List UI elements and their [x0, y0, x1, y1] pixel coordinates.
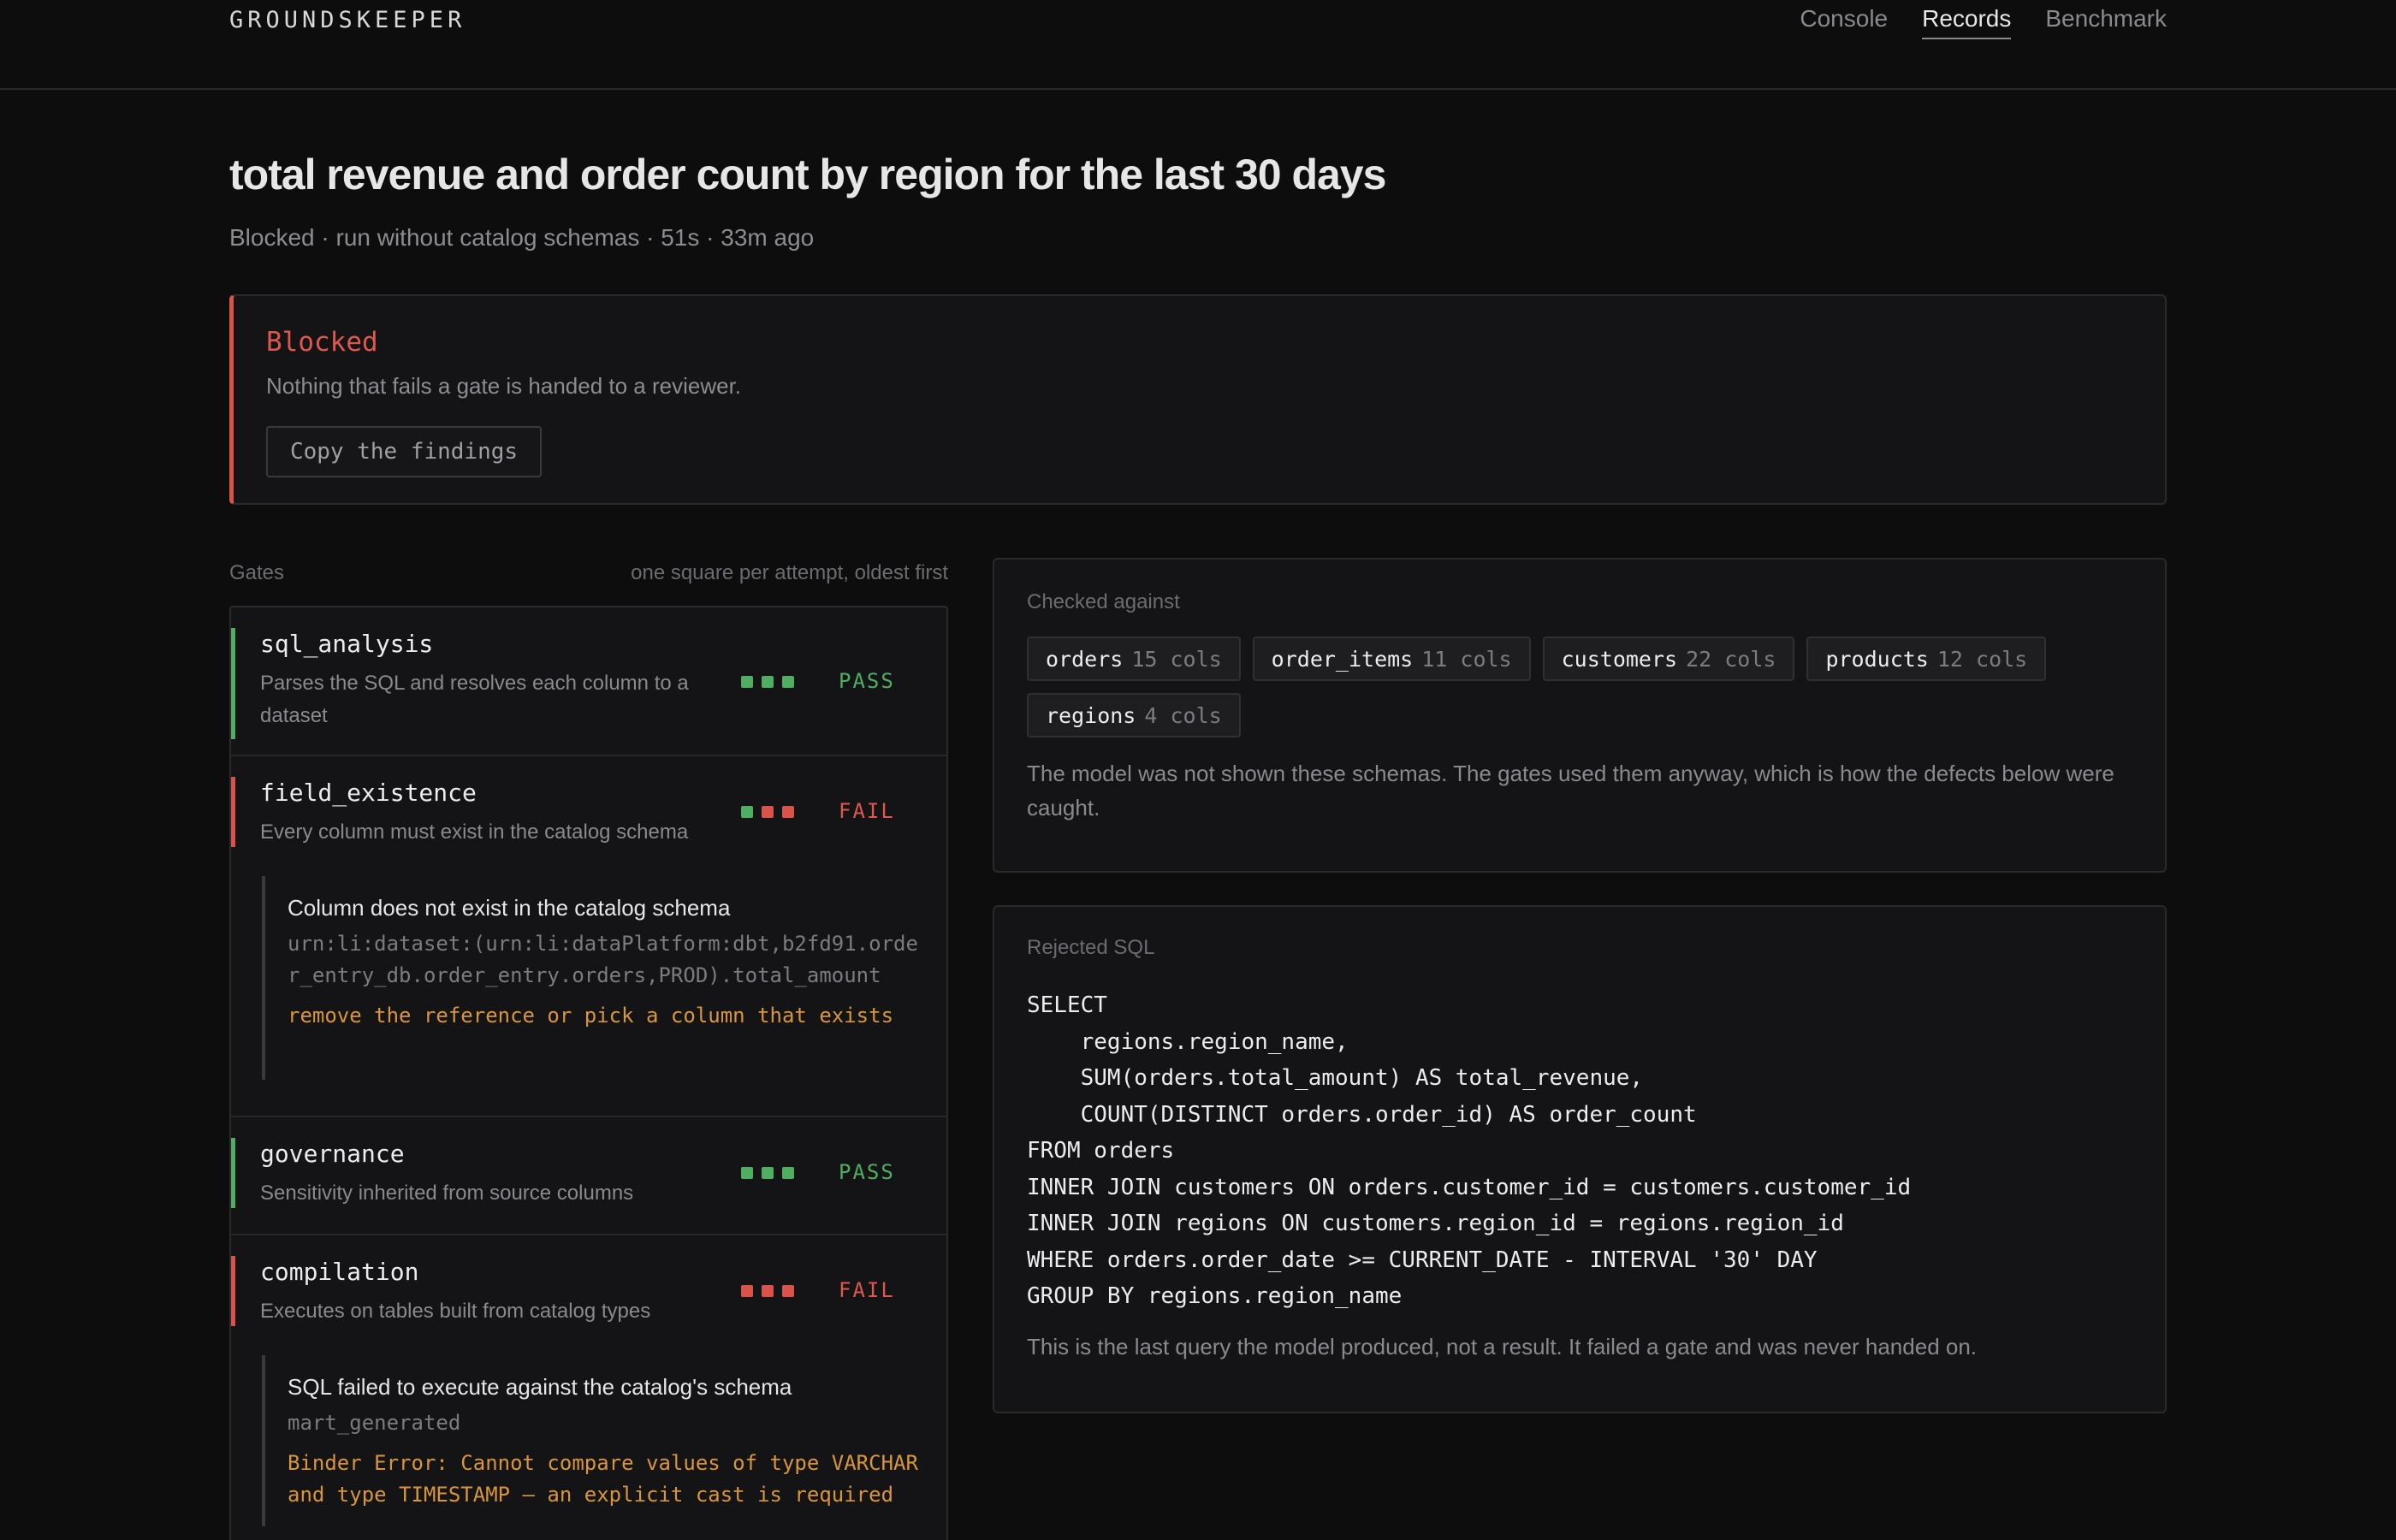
gate-row-governance[interactable]: governance Sensitivity inherited from so… [231, 1117, 946, 1235]
finding-title: SQL failed to execute against the catalo… [288, 1374, 792, 1400]
finding-reference: mart_generated [288, 1411, 461, 1435]
sql-line: GROUP BY regions.region_name [1027, 1283, 1403, 1309]
finding-block: SQL failed to execute against the catalo… [262, 1355, 919, 1526]
attempt-square [762, 676, 774, 688]
gate-status: PASS [839, 669, 895, 693]
status-bar [231, 1138, 235, 1208]
sql-line: INNER JOIN customers ON orders.customer_… [1027, 1174, 1912, 1200]
copy-findings-button[interactable]: Copy the findings [266, 426, 542, 477]
attempt-squares [741, 1285, 794, 1297]
attempt-square [782, 806, 794, 818]
attempt-square [782, 1285, 794, 1297]
nav-console[interactable]: Console [1800, 5, 1888, 39]
sql-code-block[interactable]: SELECT regions.region_name, SUM(orders.t… [1027, 987, 2139, 1315]
attempt-square [741, 1285, 753, 1297]
page-title: total revenue and order count by region … [229, 151, 1386, 198]
schema-note: The model was not shown these schemas. T… [1027, 761, 2114, 820]
schema-chips: orders 15 cols order_items 11 cols custome… [1027, 637, 2139, 737]
gate-row-sql-analysis[interactable]: sql_analysis Parses the SQL and resolves… [231, 607, 946, 756]
finding-reference: urn:li:dataset:(urn:li:dataPlatform:dbt,… [288, 932, 918, 987]
gates-list: sql_analysis Parses the SQL and resolves… [229, 606, 948, 1540]
gate-row-field-existence[interactable]: field_existence Every column must exist … [231, 756, 946, 1117]
attempt-square [741, 806, 753, 818]
banner-title: Blocked [266, 327, 378, 358]
sql-line: SELECT [1027, 992, 1107, 1018]
gate-description: Sensitivity inherited from source column… [260, 1182, 634, 1205]
attempt-square [782, 1167, 794, 1179]
gates-label: Gates [229, 561, 285, 584]
banner-text: Nothing that fails a gate is handed to a… [266, 373, 742, 399]
nav-benchmark[interactable]: Benchmark [2045, 5, 2167, 39]
sql-line: WHERE orders.order_date >= CURRENT_DATE … [1027, 1247, 1818, 1273]
schema-chip-orders[interactable]: orders 15 cols [1027, 637, 1241, 681]
attempt-square [762, 1167, 774, 1179]
schema-chip-products[interactable]: products 12 cols [1806, 637, 2047, 681]
column-count: 12 cols [1936, 647, 2028, 672]
blocked-banner: Blocked Nothing that fails a gate is han… [229, 294, 2167, 505]
gate-row-compilation[interactable]: compilation Executes on tables built fro… [231, 1235, 946, 1540]
column-count: 11 cols [1421, 647, 1512, 672]
gate-name: governance [260, 1140, 405, 1168]
rejected-sql-panel: Rejected SQL SELECT regions.region_name,… [993, 905, 2167, 1413]
gate-description: Parses the SQL and resolves each column … [260, 672, 689, 727]
sql-line: INNER JOIN regions ON customers.region_i… [1027, 1211, 1844, 1236]
table-name: customers [1561, 647, 1678, 672]
main-nav: Console Records Benchmark [1800, 5, 2167, 39]
panel-label: Rejected SQL [1027, 936, 1155, 959]
gate-description: Executes on tables built from catalog ty… [260, 1300, 651, 1323]
column-count: 15 cols [1131, 647, 1222, 672]
table-name: orders [1046, 647, 1124, 672]
attempt-square [762, 806, 774, 818]
attempt-squares [741, 806, 794, 818]
finding-remedy: remove the reference or pick a column th… [288, 1004, 894, 1028]
attempt-square [741, 1167, 753, 1179]
schema-chip-regions[interactable]: regions 4 cols [1027, 693, 1241, 737]
sql-note: This is the last query the model produce… [1027, 1334, 1978, 1359]
finding-block: Column does not exist in the catalog sch… [262, 876, 919, 1080]
schema-chip-customers[interactable]: customers 22 cols [1542, 637, 1795, 681]
status-bar [231, 1256, 235, 1326]
panel-label: Checked against [1027, 590, 1180, 613]
column-count: 4 cols [1144, 703, 1222, 728]
gate-status: FAIL [839, 1278, 895, 1302]
brand-logo[interactable]: GROUNDSKEEPER [229, 7, 466, 33]
status-bar [231, 777, 235, 847]
schema-chip-order-items[interactable]: order_items 11 cols [1252, 637, 1531, 681]
table-name: order_items [1271, 647, 1414, 672]
gate-name: field_existence [260, 779, 477, 807]
nav-records[interactable]: Records [1922, 5, 2012, 39]
sql-line: COUNT(DISTINCT orders.order_id) AS order… [1027, 1101, 1697, 1128]
table-name: regions [1046, 703, 1136, 728]
attempt-squares [741, 1167, 794, 1179]
attempt-squares [741, 676, 794, 688]
top-bar: GROUNDSKEEPER Console Records Benchmark [0, 0, 2396, 90]
gate-name: compilation [260, 1258, 419, 1286]
finding-title: Column does not exist in the catalog sch… [288, 895, 731, 921]
gate-name: sql_analysis [260, 630, 434, 658]
status-bar [231, 628, 235, 739]
column-count: 22 cols [1686, 647, 1776, 672]
finding-remedy: Binder Error: Cannot compare values of t… [288, 1451, 918, 1507]
gates-hint: one square per attempt, oldest first [631, 561, 948, 584]
gate-status: PASS [839, 1160, 895, 1184]
attempt-square [782, 676, 794, 688]
gate-status: FAIL [839, 799, 895, 823]
gate-description: Every column must exist in the catalog s… [260, 820, 689, 844]
table-name: products [1825, 647, 1929, 672]
attempt-square [741, 676, 753, 688]
run-meta: Blocked · run without catalog schemas · … [229, 224, 815, 251]
attempt-square [762, 1285, 774, 1297]
sql-line: SUM(orders.total_amount) AS total_revenu… [1027, 1065, 1644, 1091]
checked-against-panel: Checked against orders 15 cols order_item… [993, 558, 2167, 873]
sql-line: regions.region_name, [1027, 1028, 1349, 1055]
sql-line: FROM orders [1027, 1138, 1175, 1164]
